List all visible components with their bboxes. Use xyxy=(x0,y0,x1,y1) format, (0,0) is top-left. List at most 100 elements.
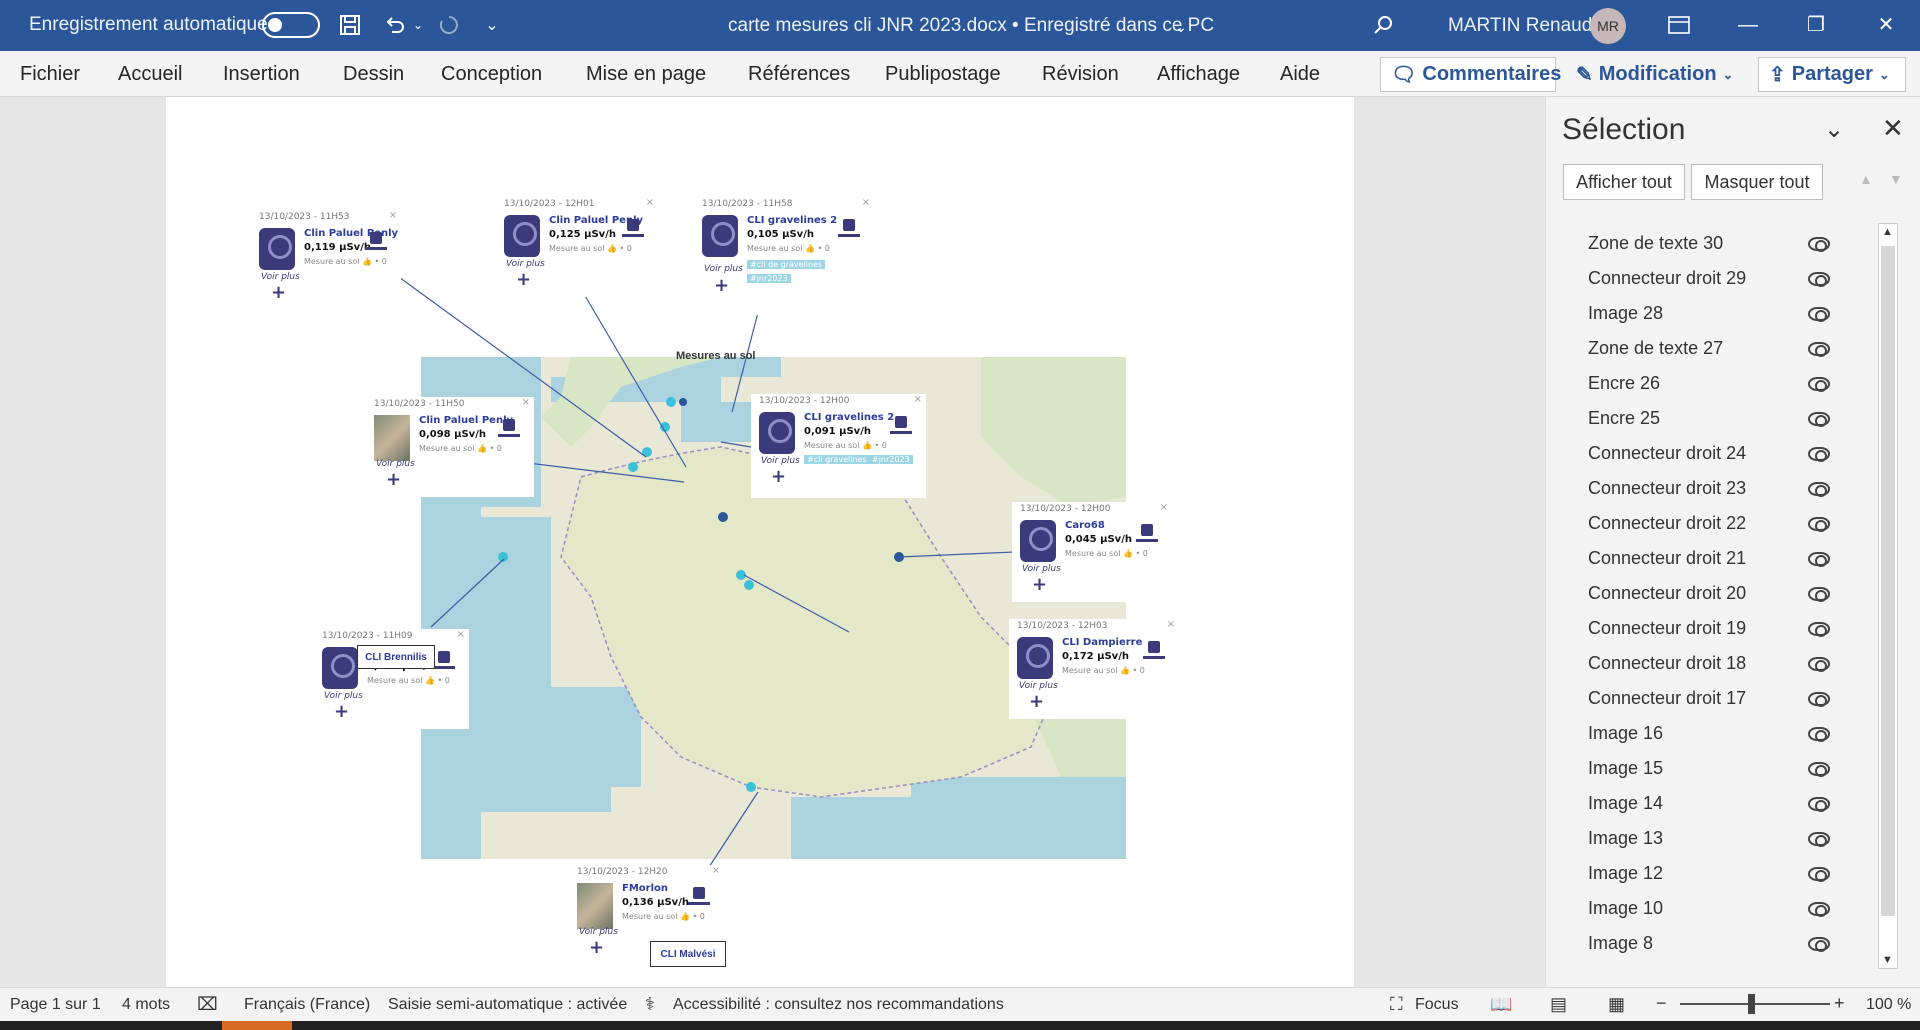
pane-close-icon[interactable]: ✕ xyxy=(1882,113,1904,144)
measurement-card[interactable]: 13/10/2023 - 11H53 Clin Paluel Penly 0,1… xyxy=(251,210,401,310)
see-more-link[interactable]: Voir plus xyxy=(261,272,300,282)
plus-icon[interactable]: + xyxy=(1032,574,1047,595)
card-name[interactable]: CLI gravelines 2 xyxy=(747,215,837,226)
measurement-card[interactable]: 13/10/2023 - 11H58 CLI gravelines 2 0,10… xyxy=(694,197,874,315)
scroll-down-icon[interactable]: ▼ xyxy=(1882,954,1893,966)
textbox-cli-malvesi[interactable]: CLI Malvési xyxy=(650,941,726,967)
see-more-link[interactable]: Voir plus xyxy=(376,459,415,469)
tab-aide[interactable]: Aide xyxy=(1280,63,1320,86)
eye-icon[interactable] xyxy=(1808,412,1830,427)
textbox-cli-brennilis[interactable]: CLI Brennilis xyxy=(357,645,435,669)
card-name[interactable]: FMorlon xyxy=(622,883,668,894)
see-more-link[interactable]: Voir plus xyxy=(761,456,800,466)
measurement-card[interactable]: 13/10/2023 - 12H03 CLI Dampierre 0,172 µ… xyxy=(1009,619,1179,719)
undo-icon[interactable] xyxy=(380,9,410,41)
undo-dropdown-icon[interactable]: ⌄ xyxy=(410,9,426,41)
eye-icon[interactable] xyxy=(1808,727,1830,742)
see-more-link[interactable]: Voir plus xyxy=(704,264,743,274)
list-item[interactable]: Connecteur droit 19 xyxy=(1588,618,1746,639)
focus-icon[interactable]: ⛶ xyxy=(1390,994,1403,1015)
tab-references[interactable]: Références xyxy=(748,63,850,86)
share-button[interactable]: ⇪ Partager ⌄ xyxy=(1758,57,1906,92)
measurement-card[interactable]: 13/10/2023 - 12H00 CLI gravelines 2 0,09… xyxy=(751,394,926,498)
hashtag[interactable]: #cli de gravelines xyxy=(747,260,826,269)
comments-button[interactable]: 🗨 Commentaires xyxy=(1380,57,1561,92)
close-icon[interactable]: × xyxy=(1167,619,1175,630)
see-more-link[interactable]: Voir plus xyxy=(1019,681,1058,691)
hide-all-button[interactable]: Masquer tout xyxy=(1691,164,1823,200)
eye-icon[interactable] xyxy=(1808,692,1830,707)
eye-icon[interactable] xyxy=(1808,237,1830,252)
close-icon[interactable]: × xyxy=(646,197,654,208)
send-backward-icon[interactable]: ▼ xyxy=(1889,171,1903,187)
plus-icon[interactable]: + xyxy=(386,469,401,490)
plus-icon[interactable]: + xyxy=(589,937,604,958)
list-item[interactable]: Connecteur droit 20 xyxy=(1588,583,1746,604)
list-item[interactable]: Encre 25 xyxy=(1588,408,1660,429)
eye-icon[interactable] xyxy=(1808,307,1830,322)
web-layout-icon[interactable]: ▦ xyxy=(1608,994,1625,1015)
document-title[interactable]: carte mesures cli JNR 2023.docx • Enregi… xyxy=(728,15,1214,37)
eye-icon[interactable] xyxy=(1808,762,1830,777)
search-icon[interactable] xyxy=(1368,9,1398,41)
close-icon[interactable]: × xyxy=(457,629,465,640)
see-more-link[interactable]: Voir plus xyxy=(1022,564,1061,574)
measurement-card[interactable]: 13/10/2023 - 12H00 Caro68 0,045 µSv/h Me… xyxy=(1012,502,1172,602)
tab-conception[interactable]: Conception xyxy=(441,63,542,86)
eye-icon[interactable] xyxy=(1808,832,1830,847)
avatar[interactable]: MR xyxy=(1590,8,1626,44)
card-name[interactable]: CLI gravelines 2 xyxy=(804,412,894,423)
plus-icon[interactable]: + xyxy=(271,282,286,303)
zoom-level[interactable]: 100 % xyxy=(1866,996,1911,1014)
card-name[interactable]: Caro68 xyxy=(1065,520,1105,531)
measurement-card[interactable]: 13/10/2023 - 11H09 0,157 µSv/h Mesure au… xyxy=(314,629,469,729)
list-item[interactable]: Connecteur droit 18 xyxy=(1588,653,1746,674)
list-item[interactable]: Connecteur droit 22 xyxy=(1588,513,1746,534)
eye-icon[interactable] xyxy=(1808,622,1830,637)
zoom-slider-thumb[interactable] xyxy=(1748,994,1755,1014)
autosave-toggle[interactable] xyxy=(262,12,320,38)
tab-fichier[interactable]: Fichier xyxy=(20,63,80,86)
list-item[interactable]: Connecteur droit 23 xyxy=(1588,478,1746,499)
close-icon[interactable]: × xyxy=(522,397,530,408)
eye-icon[interactable] xyxy=(1808,342,1830,357)
measurement-card[interactable]: 13/10/2023 - 11H50 Clin Paluel Penly 0,0… xyxy=(366,397,534,497)
tab-affichage[interactable]: Affichage xyxy=(1157,63,1240,86)
tab-revision[interactable]: Révision xyxy=(1042,63,1119,86)
restore-icon[interactable]: ❐ xyxy=(1803,12,1829,38)
redo-icon[interactable] xyxy=(434,9,464,41)
list-item[interactable]: Image 13 xyxy=(1588,828,1663,849)
zoom-slider[interactable] xyxy=(1680,1003,1830,1005)
word-count[interactable]: 4 mots xyxy=(122,996,170,1014)
eye-icon[interactable] xyxy=(1808,657,1830,672)
list-item[interactable]: Image 14 xyxy=(1588,793,1663,814)
minimize-icon[interactable]: — xyxy=(1735,12,1761,38)
hashtag[interactable]: #jnr2023 xyxy=(869,455,913,464)
eye-icon[interactable] xyxy=(1808,272,1830,287)
tab-accueil[interactable]: Accueil xyxy=(118,63,182,86)
pane-options-chevron-icon[interactable]: ⌄ xyxy=(1824,115,1844,144)
list-item[interactable]: Connecteur droit 17 xyxy=(1588,688,1746,709)
selection-scrollbar[interactable]: ▲ ▼ xyxy=(1878,223,1898,969)
autocomplete-status[interactable]: Saisie semi-automatique : activée xyxy=(388,996,627,1014)
show-all-button[interactable]: Afficher tout xyxy=(1563,164,1685,200)
tab-mise-en-page[interactable]: Mise en page xyxy=(586,63,706,86)
list-item[interactable]: Image 16 xyxy=(1588,723,1663,744)
accessibility-status[interactable]: Accessibilité : consultez nos recommanda… xyxy=(673,996,1004,1014)
ribbon-display-icon[interactable] xyxy=(1664,9,1694,41)
document-page[interactable]: 13/10/2023 - 11H53 Clin Paluel Penly 0,1… xyxy=(166,97,1354,987)
scrollbar-thumb[interactable] xyxy=(1881,246,1895,916)
list-item[interactable]: Image 15 xyxy=(1588,758,1663,779)
scroll-up-icon[interactable]: ▲ xyxy=(1882,226,1893,238)
selection-list[interactable]: Zone de texte 30 Connecteur droit 29 Ima… xyxy=(1546,223,1880,975)
list-item[interactable]: Image 8 xyxy=(1588,933,1653,954)
tab-publipostage[interactable]: Publipostage xyxy=(885,63,1001,86)
hashtag[interactable]: #cli gravelines xyxy=(804,455,870,464)
see-more-link[interactable]: Voir plus xyxy=(579,927,618,937)
list-item[interactable]: Connecteur droit 24 xyxy=(1588,443,1746,464)
list-item[interactable]: Connecteur droit 21 xyxy=(1588,548,1746,569)
close-icon[interactable]: × xyxy=(862,197,870,208)
read-mode-icon[interactable]: 📖 xyxy=(1490,994,1512,1015)
zoom-in-icon[interactable]: + xyxy=(1834,993,1845,1014)
close-icon[interactable]: × xyxy=(914,394,922,405)
